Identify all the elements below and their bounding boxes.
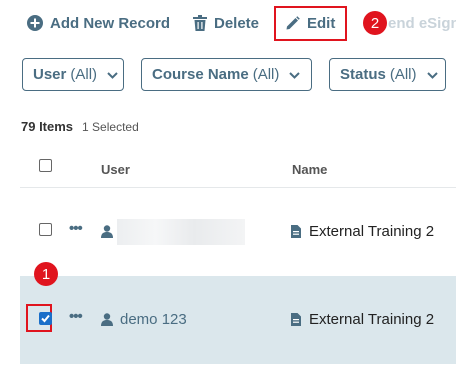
name-column-header[interactable]: Name xyxy=(292,162,327,177)
record-summary: 79 Items 1 Selected xyxy=(21,119,139,134)
chevron-down-icon xyxy=(426,66,438,83)
send-esign-label: end eSign xyxy=(388,14,456,32)
more-icon[interactable]: ••• xyxy=(69,308,83,325)
filter-value: (All) xyxy=(70,66,98,83)
table-row[interactable]: ••• External Training 2 xyxy=(0,188,456,276)
document-icon xyxy=(291,225,301,243)
toolbar: Add New Record Delete Edit end eSign 2 xyxy=(0,0,456,46)
add-new-record-button[interactable]: Add New Record xyxy=(27,12,170,34)
course-name: External Training 2 xyxy=(309,223,435,240)
status-filter-dropdown[interactable]: Status (All) xyxy=(329,58,446,91)
step-1-callout: 1 xyxy=(34,262,58,286)
edit-button[interactable]: Edit xyxy=(274,6,347,41)
user-icon xyxy=(101,313,113,331)
row-checkbox-checked[interactable] xyxy=(39,312,52,325)
add-new-record-label: Add New Record xyxy=(50,14,171,32)
selected-count: 1 Selected xyxy=(82,120,139,134)
filter-name: Course Name xyxy=(152,66,249,83)
course-name: External Training 2 xyxy=(309,311,435,328)
table-row-selected[interactable]: ••• demo 123 External Training 2 xyxy=(20,276,456,364)
filter-value: (All) xyxy=(389,66,417,83)
document-icon xyxy=(291,313,301,331)
step-2-callout: 2 xyxy=(363,11,387,35)
pencil-icon xyxy=(285,16,300,31)
row-checkbox[interactable] xyxy=(39,223,52,236)
chevron-down-icon xyxy=(289,66,301,83)
user-icon xyxy=(101,225,113,243)
item-count: 79 Items xyxy=(21,119,74,134)
send-esign-button[interactable]: end eSign xyxy=(388,12,456,34)
delete-button[interactable]: Delete xyxy=(193,12,259,34)
edit-label: Edit xyxy=(307,15,336,32)
course-name-filter-dropdown[interactable]: Course Name (All) xyxy=(141,58,312,91)
trash-icon xyxy=(193,15,207,31)
more-icon[interactable]: ••• xyxy=(69,220,83,237)
filter-name: Status xyxy=(340,66,386,83)
filter-name: User xyxy=(33,66,67,83)
user-column-header[interactable]: User xyxy=(101,162,130,177)
delete-label: Delete xyxy=(214,14,260,32)
user-name-link[interactable]: demo 123 xyxy=(120,311,187,328)
user-filter-dropdown[interactable]: User (All) xyxy=(22,58,124,91)
table-header: User Name xyxy=(0,154,456,184)
redacted-user-name[interactable] xyxy=(117,219,245,245)
select-all-checkbox[interactable] xyxy=(39,159,52,172)
chevron-down-icon xyxy=(107,66,118,83)
filter-value: (All) xyxy=(252,66,280,83)
plus-circle-icon xyxy=(27,15,43,31)
